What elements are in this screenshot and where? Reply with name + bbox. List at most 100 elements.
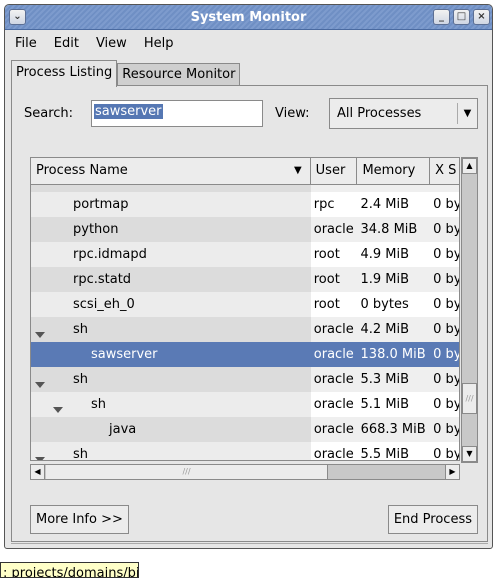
user-cell: oracle (310, 417, 358, 442)
view-label: View: (275, 106, 310, 121)
process-name-cell: sh (31, 392, 311, 417)
process-name-cell: rpc.statd (31, 267, 311, 292)
memory-cell: 5.3 MiB (357, 367, 431, 392)
memory-cell: 1.9 MiB (357, 267, 431, 292)
scroll-left-icon[interactable]: ◀ (30, 464, 45, 480)
user-cell: rpc (310, 192, 358, 217)
sort-chevron-icon: ▼ (293, 165, 302, 176)
status-bar-divider (11, 543, 488, 544)
maximize-button[interactable]: □ (453, 9, 470, 25)
process-name-cell: portmap (31, 192, 311, 217)
minimize-button[interactable]: _ (433, 9, 450, 25)
horizontal-scroll-thumb[interactable]: /// (46, 465, 328, 479)
process-name-cell: rpc.idmapd (31, 242, 311, 267)
user-cell: oracle (310, 442, 358, 460)
process-name-cell: sh (31, 317, 311, 342)
table-row[interactable]: portmap rpc 2.4 MiB 0 by (31, 192, 459, 217)
menu-help[interactable]: Help (144, 36, 174, 51)
scroll-right-icon[interactable]: ▶ (445, 464, 460, 480)
vertical-scroll-thumb[interactable]: /// (462, 383, 477, 414)
tab-resource-monitor[interactable]: Resource Monitor (117, 63, 241, 86)
x-server-cell: 0 by (430, 392, 459, 417)
table-row[interactable]: rpc.idmapd root 4.9 MiB 0 by (31, 242, 459, 267)
x-server-cell: 0 by (430, 292, 459, 317)
search-label: Search: (24, 106, 74, 121)
user-cell: oracle (310, 392, 358, 417)
close-button[interactable]: × (473, 9, 490, 25)
x-server-cell: 0 by (430, 367, 459, 392)
memory-cell: 5.1 MiB (357, 392, 431, 417)
memory-cell: 2.4 MiB (357, 192, 431, 217)
memory-cell: 668.3 MiB (357, 417, 431, 442)
table-row-partial[interactable] (31, 185, 459, 192)
title-bar[interactable]: ⌄ System Monitor _ □ × (5, 5, 492, 30)
expander-icon[interactable] (35, 332, 45, 338)
end-process-button[interactable]: End Process (387, 505, 478, 534)
search-value: sawserver (94, 104, 163, 119)
expander-icon[interactable] (53, 407, 63, 413)
x-server-cell: 0 by (430, 242, 459, 267)
table-row[interactable]: sh oracle 5.1 MiB 0 by (31, 392, 459, 417)
chevron-down-icon: ▼ (457, 103, 477, 124)
view-dropdown[interactable]: All Processes ▼ (329, 98, 478, 129)
memory-cell: 4.9 MiB (357, 242, 431, 267)
memory-cell: 0 bytes (357, 292, 431, 317)
expander-icon[interactable] (35, 382, 45, 388)
process-tree: Process Name ▼ User Memory X S portmap rpc… (30, 157, 460, 461)
tab-bar: Process Listing Resource Monitor (11, 60, 241, 87)
memory-cell: 4.2 MiB (357, 317, 431, 342)
memory-cell: 5.5 MiB (357, 442, 431, 460)
window-title: System Monitor (190, 10, 307, 25)
table-row[interactable]: rpc.statd root 1.9 MiB 0 by (31, 267, 459, 292)
scroll-down-icon[interactable]: ▼ (462, 446, 477, 462)
system-monitor-window: ⌄ System Monitor _ □ × File Edit View He… (4, 4, 493, 549)
process-name-cell: sh (31, 442, 311, 460)
process-name-cell: python (31, 217, 311, 242)
user-cell: oracle (310, 317, 358, 342)
table-row[interactable]: scsi_eh_0 root 0 bytes 0 by (31, 292, 459, 317)
window-menu-button[interactable]: ⌄ (9, 9, 26, 25)
column-process-name[interactable]: Process Name ▼ (31, 158, 311, 184)
table-row[interactable]: sh oracle 5.5 MiB 0 by (31, 442, 459, 460)
process-name-cell: scsi_eh_0 (31, 292, 311, 317)
expander-icon[interactable] (35, 457, 45, 460)
tooltip: : projects/domains/bi1 (0, 562, 139, 578)
menu-file[interactable]: File (15, 36, 37, 51)
table-row[interactable]: python oracle 34.8 MiB 0 by (31, 217, 459, 242)
x-server-cell: 0 by (430, 267, 459, 292)
process-name-cell: sawserver (31, 342, 311, 367)
table-row[interactable]: java oracle 668.3 MiB 0 by (31, 417, 459, 442)
user-cell: root (310, 242, 358, 267)
column-memory[interactable]: Memory (357, 158, 431, 184)
x-server-cell: 0 by (430, 342, 459, 367)
table-row[interactable]: sawserver oracle 138.0 MiB 0 by (31, 342, 459, 367)
menu-bar: File Edit View Help (5, 30, 492, 56)
user-cell: root (310, 292, 358, 317)
x-server-cell: 0 by (430, 417, 459, 442)
tab-process-listing[interactable]: Process Listing (11, 60, 118, 87)
column-x-server[interactable]: X S (430, 158, 459, 184)
horizontal-scrollbar[interactable]: ◀ /// ▶ (30, 464, 460, 480)
x-server-cell: 0 by (430, 442, 459, 460)
user-cell: oracle (310, 342, 358, 367)
menu-view[interactable]: View (96, 36, 127, 51)
user-cell: root (310, 267, 358, 292)
memory-cell: 138.0 MiB (357, 342, 431, 367)
x-server-cell: 0 by (430, 317, 459, 342)
table-row[interactable]: sh oracle 5.3 MiB 0 by (31, 367, 459, 392)
more-info-button[interactable]: More Info >> (30, 505, 129, 534)
process-name-cell: sh (31, 367, 311, 392)
scroll-up-icon[interactable]: ▲ (462, 158, 477, 174)
tree-header: Process Name ▼ User Memory X S (31, 158, 459, 185)
search-input[interactable]: sawserver (91, 100, 263, 127)
memory-cell: 34.8 MiB (357, 217, 431, 242)
column-user[interactable]: User (311, 158, 358, 184)
vertical-scrollbar[interactable]: ▲ /// ▼ (461, 157, 478, 463)
x-server-cell: 0 by (430, 192, 459, 217)
process-listing-panel: Search: sawserver View: All Processes ▼ P… (11, 85, 488, 542)
menu-edit[interactable]: Edit (54, 36, 79, 51)
process-name-cell: java (31, 417, 311, 442)
user-cell: oracle (310, 217, 358, 242)
table-row[interactable]: sh oracle 4.2 MiB 0 by (31, 317, 459, 342)
x-server-cell: 0 by (430, 217, 459, 242)
